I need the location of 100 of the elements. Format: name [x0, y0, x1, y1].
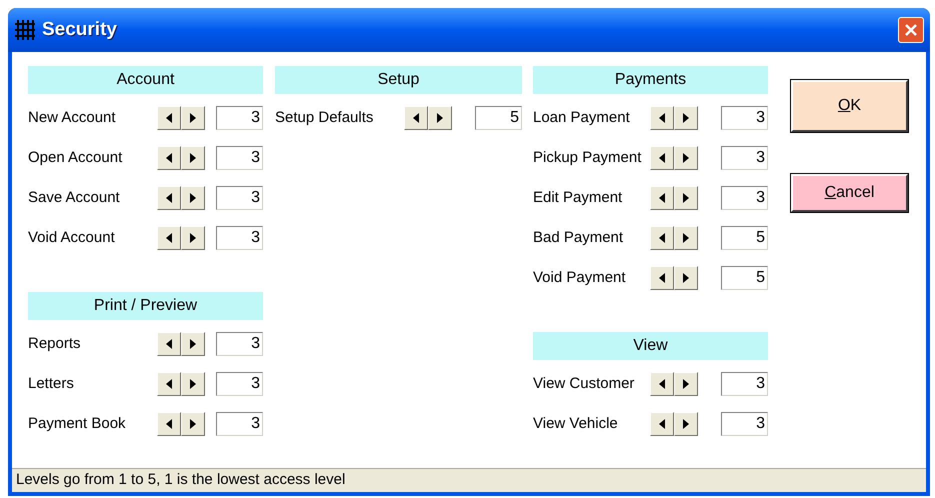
setting-label: Edit Payment	[533, 188, 624, 208]
left-arrow-icon	[659, 233, 665, 243]
increase-button[interactable]	[674, 372, 698, 396]
decrease-button[interactable]	[157, 186, 181, 210]
right-arrow-icon	[190, 153, 196, 163]
setting-label: New Account	[28, 108, 117, 128]
left-arrow-icon	[659, 193, 665, 203]
close-button[interactable]	[898, 17, 924, 43]
level-field[interactable]: 3	[721, 186, 768, 210]
decrease-button[interactable]	[650, 226, 674, 250]
status-bar: Levels go from 1 to 5, 1 is the lowest access level	[12, 468, 926, 492]
level-field[interactable]: 3	[216, 186, 263, 210]
setting-label: Loan Payment	[533, 108, 631, 128]
decrease-button[interactable]	[650, 266, 674, 290]
right-arrow-icon	[683, 193, 689, 203]
left-arrow-icon	[166, 153, 172, 163]
increase-button[interactable]	[674, 412, 698, 436]
setting-label: View Vehicle	[533, 414, 619, 434]
decrease-button[interactable]	[650, 106, 674, 130]
level-field[interactable]: 3	[721, 372, 768, 396]
setting-label: Payment Book	[28, 414, 127, 434]
decrease-button[interactable]	[404, 106, 428, 130]
left-arrow-icon	[166, 113, 172, 123]
level-field[interactable]: 3	[216, 106, 263, 130]
left-arrow-icon	[659, 113, 665, 123]
left-arrow-icon	[413, 113, 419, 123]
right-arrow-icon	[190, 233, 196, 243]
decrease-button[interactable]	[650, 146, 674, 170]
setting-label: Reports	[28, 334, 82, 354]
increase-button[interactable]	[674, 226, 698, 250]
decrease-button[interactable]	[157, 372, 181, 396]
section-header: Payments	[533, 66, 768, 94]
right-arrow-icon	[190, 339, 196, 349]
level-field[interactable]: 3	[721, 106, 768, 130]
right-arrow-icon	[190, 379, 196, 389]
level-field[interactable]: 3	[216, 332, 263, 356]
increase-button[interactable]	[181, 146, 205, 170]
right-arrow-icon	[683, 419, 689, 429]
level-field[interactable]: 3	[216, 226, 263, 250]
setting-label: Setup Defaults	[275, 108, 374, 128]
increase-button[interactable]	[428, 106, 452, 130]
increase-button[interactable]	[181, 332, 205, 356]
right-arrow-icon	[683, 153, 689, 163]
right-arrow-icon	[190, 193, 196, 203]
decrease-button[interactable]	[157, 412, 181, 436]
right-arrow-icon	[437, 113, 443, 123]
left-arrow-icon	[166, 379, 172, 389]
level-field[interactable]: 3	[216, 372, 263, 396]
setting-label: View Customer	[533, 374, 636, 394]
left-arrow-icon	[659, 419, 665, 429]
close-icon	[904, 23, 918, 37]
decrease-button[interactable]	[157, 146, 181, 170]
left-arrow-icon	[659, 273, 665, 283]
right-arrow-icon	[683, 233, 689, 243]
level-field[interactable]: 5	[721, 226, 768, 250]
left-arrow-icon	[166, 233, 172, 243]
decrease-button[interactable]	[157, 332, 181, 356]
increase-button[interactable]	[181, 412, 205, 436]
right-arrow-icon	[683, 273, 689, 283]
right-arrow-icon	[683, 379, 689, 389]
section-header: Account	[28, 66, 263, 94]
increase-button[interactable]	[674, 106, 698, 130]
increase-button[interactable]	[181, 372, 205, 396]
increase-button[interactable]	[181, 226, 205, 250]
grid-icon	[14, 19, 36, 41]
decrease-button[interactable]	[650, 372, 674, 396]
decrease-button[interactable]	[650, 412, 674, 436]
left-arrow-icon	[659, 379, 665, 389]
setting-label: Void Account	[28, 228, 116, 248]
cancel-button[interactable]: Cancel	[791, 174, 908, 212]
section-header: View	[533, 332, 768, 360]
left-arrow-icon	[166, 339, 172, 349]
decrease-button[interactable]	[157, 226, 181, 250]
increase-button[interactable]	[674, 266, 698, 290]
setting-label: Save Account	[28, 188, 121, 208]
level-field[interactable]: 3	[216, 412, 263, 436]
right-arrow-icon	[190, 419, 196, 429]
level-field[interactable]: 5	[721, 266, 768, 290]
window-title: Security	[42, 18, 117, 42]
level-field[interactable]: 3	[216, 146, 263, 170]
increase-button[interactable]	[181, 186, 205, 210]
setting-label: Open Account	[28, 148, 124, 168]
section-header: Setup	[275, 66, 522, 94]
decrease-button[interactable]	[650, 186, 674, 210]
setting-label: Bad Payment	[533, 228, 624, 248]
level-field[interactable]: 5	[475, 106, 522, 130]
setting-label: Pickup Payment	[533, 148, 642, 168]
increase-button[interactable]	[674, 186, 698, 210]
decrease-button[interactable]	[157, 106, 181, 130]
increase-button[interactable]	[181, 106, 205, 130]
left-arrow-icon	[166, 419, 172, 429]
section-header: Print / Preview	[28, 292, 263, 320]
level-field[interactable]: 3	[721, 412, 768, 436]
setting-label: Void Payment	[533, 268, 627, 288]
increase-button[interactable]	[674, 146, 698, 170]
right-arrow-icon	[683, 113, 689, 123]
level-field[interactable]: 3	[721, 146, 768, 170]
ok-button[interactable]: OK	[791, 80, 908, 132]
right-arrow-icon	[190, 113, 196, 123]
setting-label: Letters	[28, 374, 75, 394]
